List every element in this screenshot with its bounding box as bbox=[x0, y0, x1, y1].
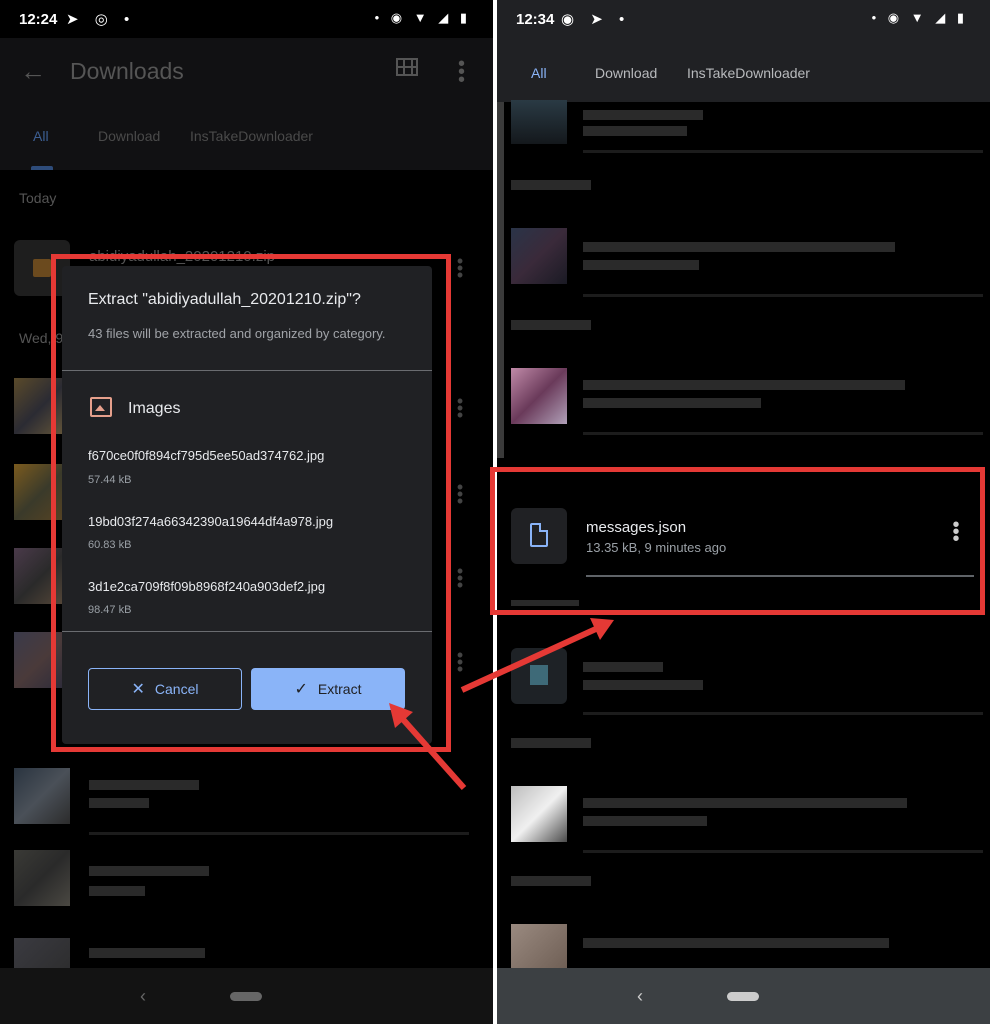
section-today: Today bbox=[19, 190, 57, 206]
image-thumbnail bbox=[14, 850, 70, 906]
page-title: Downloads bbox=[70, 58, 184, 84]
grid-view-icon[interactable] bbox=[396, 58, 418, 76]
tab-instakedownloader[interactable]: InsTakeDownloader bbox=[687, 65, 810, 81]
tab-instakedownloader[interactable]: InsTakeDownloader bbox=[190, 128, 313, 144]
list-item[interactable] bbox=[497, 366, 990, 446]
list-item[interactable] bbox=[497, 784, 990, 864]
tab-bar: All Download InsTakeDownloader bbox=[497, 38, 990, 102]
more-icon[interactable]: • • • bbox=[455, 478, 465, 510]
section-header bbox=[511, 876, 591, 886]
image-thumbnail bbox=[511, 228, 567, 284]
nav-home-icon[interactable] bbox=[727, 992, 759, 1001]
section-header bbox=[511, 180, 591, 190]
category-tabs: All Download InsTakeDownloader bbox=[0, 128, 493, 158]
image-thumbnail bbox=[511, 786, 567, 842]
file-thumbnail bbox=[511, 100, 567, 144]
image-thumbnail bbox=[14, 768, 70, 824]
nav-back-icon[interactable]: ‹ bbox=[637, 986, 643, 1007]
section-header bbox=[511, 320, 591, 330]
list-item[interactable] bbox=[0, 766, 493, 846]
status-bar: 12:34 ◉ ➤ • • ◉ ▼ ◢ ▮ bbox=[497, 0, 990, 38]
tab-all[interactable]: All bbox=[33, 128, 49, 144]
more-options-icon[interactable]: • • • bbox=[458, 54, 465, 90]
nav-home-icon[interactable] bbox=[230, 992, 262, 1001]
tab-all[interactable]: All bbox=[531, 65, 547, 81]
navigation-bar: ‹ bbox=[497, 968, 990, 1024]
list-item[interactable] bbox=[497, 646, 990, 726]
section-header bbox=[511, 738, 591, 748]
system-icons: • ◉ ▼ ◢ ▮ bbox=[871, 10, 968, 25]
notification-icons: ◉ ➤ • bbox=[561, 11, 631, 28]
list-item[interactable] bbox=[0, 848, 493, 928]
back-arrow-icon[interactable]: ← bbox=[20, 56, 46, 87]
nav-back-icon[interactable]: ‹ bbox=[140, 986, 146, 1007]
list-item[interactable] bbox=[497, 100, 990, 180]
tab-indicator bbox=[31, 166, 53, 170]
image-thumbnail bbox=[511, 368, 567, 424]
tab-download[interactable]: Download bbox=[98, 128, 160, 144]
app-bar: ← Downloads • • • All Download InsTakeDown… bbox=[0, 38, 493, 170]
list-item[interactable] bbox=[497, 228, 990, 308]
more-icon[interactable]: • • • bbox=[455, 562, 465, 594]
navigation-bar: ‹ bbox=[0, 968, 493, 1024]
more-icon[interactable]: • • • bbox=[455, 646, 465, 678]
notification-icons: ➤ ◎ • bbox=[66, 11, 136, 28]
left-screenshot: 12:24 ➤ ◎ • • ◉ ▼ ◢ ▮ ← Downloads • • • Al… bbox=[0, 0, 493, 1024]
system-icons: • ◉ ▼ ◢ ▮ bbox=[374, 10, 471, 25]
zip-more-icon[interactable]: • • • bbox=[455, 252, 465, 284]
status-bar: 12:24 ➤ ◎ • • ◉ ▼ ◢ ▮ bbox=[0, 0, 493, 38]
annotation-box bbox=[51, 254, 451, 752]
status-time: 12:24 bbox=[19, 11, 58, 28]
status-time: 12:34 bbox=[516, 11, 555, 28]
more-icon[interactable]: • • • bbox=[455, 392, 465, 424]
file-thumbnail bbox=[511, 648, 567, 704]
tab-download[interactable]: Download bbox=[595, 65, 657, 81]
annotation-box bbox=[490, 467, 985, 615]
